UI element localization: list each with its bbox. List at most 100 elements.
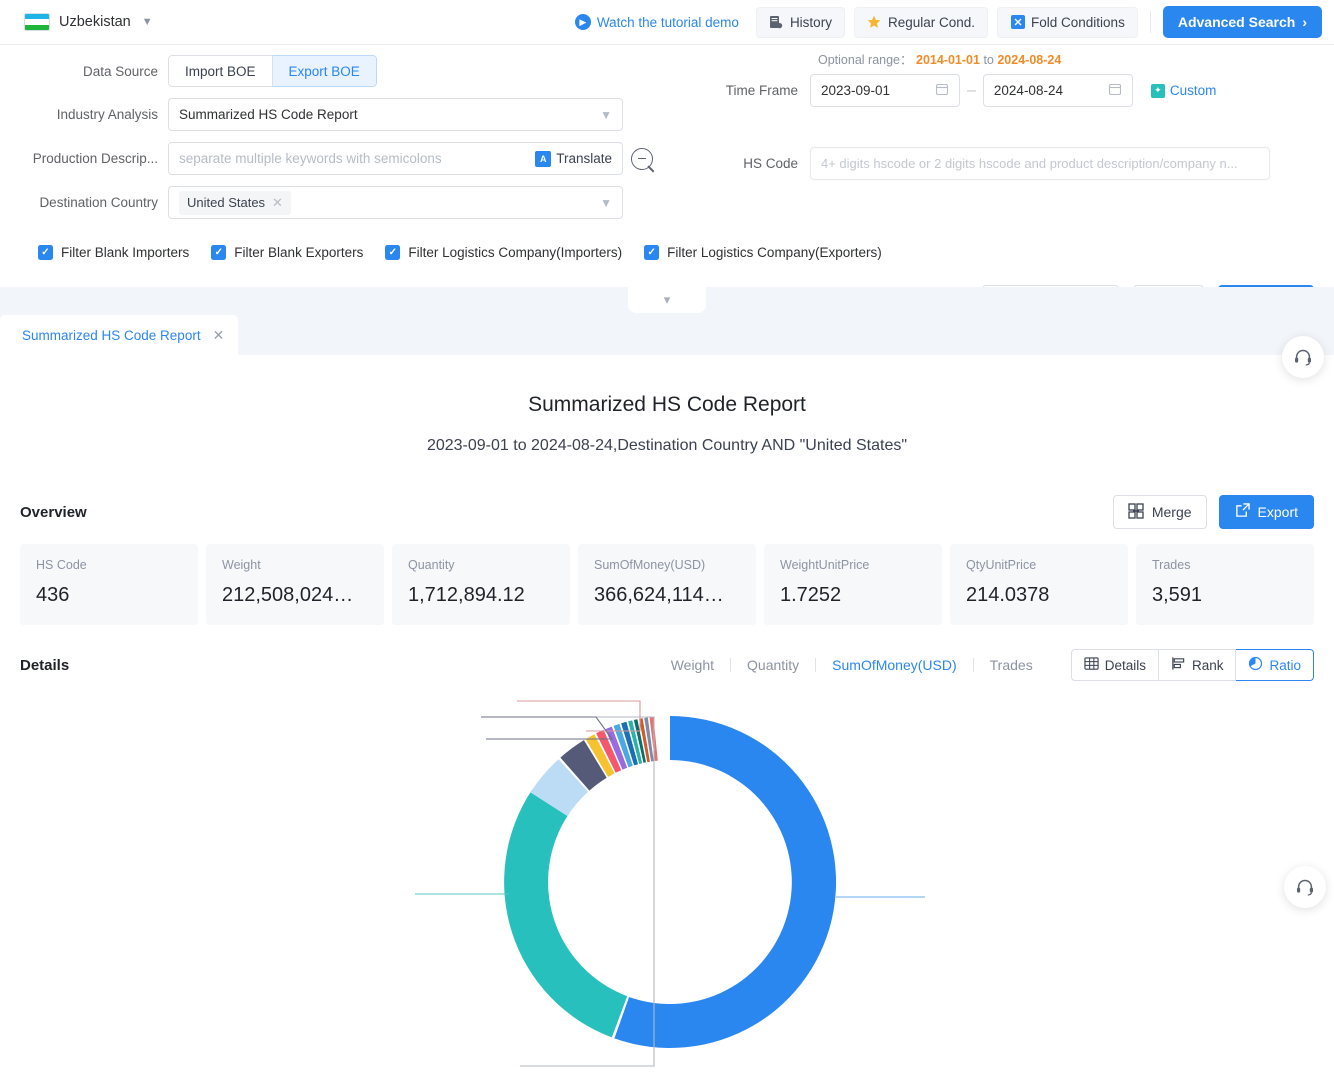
metric-tab-trades[interactable]: Trades bbox=[974, 657, 1049, 673]
stat-label: WeightUnitPrice bbox=[780, 558, 870, 572]
table-icon bbox=[1084, 656, 1099, 674]
production-description-placeholder: separate multiple keywords with semicolo… bbox=[179, 151, 442, 166]
watch-tutorial-demo-label: Watch the tutorial demo bbox=[596, 14, 739, 30]
donut-chart-svg bbox=[415, 700, 925, 1067]
date-start-value: 2023-09-01 bbox=[821, 83, 891, 98]
toolbar-divider bbox=[1149, 11, 1151, 33]
close-icon[interactable]: ✕ bbox=[213, 327, 225, 344]
tab-summarized-hs-code-report[interactable]: Summarized HS Code Report ✕ bbox=[0, 315, 239, 355]
page-subtitle: 2023-09-01 to 2024-08-24,Destination Cou… bbox=[426, 437, 908, 454]
optional-range-join: to bbox=[983, 53, 994, 67]
report-content: Summarized HS Code Report 2023-09-01 to … bbox=[0, 355, 1334, 1085]
export-icon bbox=[1235, 503, 1250, 521]
page-title: Summarized HS Code Report bbox=[528, 393, 806, 416]
merge-icon bbox=[1128, 502, 1144, 522]
metric-tab-weight[interactable]: Weight bbox=[655, 657, 730, 673]
calendar-icon bbox=[1108, 82, 1122, 99]
overview-title: Overview bbox=[20, 503, 87, 521]
stat-card-quantity: Quantity 1,712,894.12 bbox=[392, 544, 570, 625]
view-mode-group: Details Rank Ratio bbox=[1070, 649, 1314, 681]
view-mode-details[interactable]: Details bbox=[1070, 649, 1159, 681]
stat-card-weight-unit-price: WeightUnitPrice 1.7252 bbox=[764, 544, 942, 625]
metric-tab-group: Weight Quantity SumOfMoney(USD) Trades D… bbox=[655, 649, 1314, 681]
filter-blank-exporters-label: Filter Blank Exporters bbox=[234, 245, 364, 260]
time-frame-row: Time Frame 2023-09-01 – 2024-08-24 ✦ Cus… bbox=[700, 74, 1270, 107]
date-start-input[interactable]: 2023-09-01 bbox=[810, 74, 960, 107]
optional-range-prefix: Optional range： bbox=[818, 53, 913, 67]
collapse-panel-button[interactable]: ▾ bbox=[628, 287, 706, 313]
view-mode-rank[interactable]: Rank bbox=[1158, 649, 1237, 681]
details-section-header: Details Weight Quantity SumOfMoney(USD) … bbox=[0, 649, 1334, 681]
industry-analysis-select[interactable]: Summarized HS Code Report ▼ bbox=[168, 98, 623, 131]
translate-button[interactable]: A Translate bbox=[535, 150, 612, 167]
star-icon bbox=[867, 15, 882, 30]
advanced-search-label: Advanced Search bbox=[1177, 14, 1296, 30]
country-selector[interactable]: Uzbekistan ▼ bbox=[24, 13, 153, 31]
destination-country-tag[interactable]: United States ✕ bbox=[179, 190, 291, 215]
stat-label: Weight bbox=[222, 558, 261, 572]
merge-button[interactable]: Merge bbox=[1112, 495, 1207, 529]
filter-logistics-exporters-checkbox[interactable]: ✓ Filter Logistics Company(Exporters) bbox=[644, 245, 882, 260]
overview-section-header: Overview Merge Export bbox=[0, 495, 1334, 529]
custom-range-button[interactable]: ✦ Custom bbox=[1150, 83, 1216, 98]
leader-line-2712201000 bbox=[517, 700, 641, 732]
production-description-label: Production Descrip... bbox=[32, 151, 158, 166]
date-end-value: 2024-08-24 bbox=[993, 83, 1063, 98]
stat-value: 1.7252 bbox=[780, 584, 842, 606]
support-headset-button-top[interactable] bbox=[1282, 336, 1324, 378]
stat-value: 214.0378 bbox=[966, 584, 1050, 606]
view-mode-ratio[interactable]: Ratio bbox=[1236, 649, 1314, 681]
donut-slices bbox=[504, 716, 837, 1049]
time-frame-label: Time Frame bbox=[725, 83, 798, 98]
advanced-search-button[interactable]: Advanced Search › bbox=[1162, 6, 1322, 38]
data-source-segmented-control[interactable]: Import BOE Export BOE bbox=[168, 55, 377, 87]
optional-range-note: Optional range： 2014-01-01 to 2024-08-24 bbox=[700, 49, 1270, 68]
stat-label: Quantity bbox=[408, 558, 455, 572]
ratio-donut-chart: others， Percentage：3.33% 2712201000， Per… bbox=[0, 687, 1334, 1085]
destination-country-select[interactable]: United States ✕ ▼ bbox=[168, 186, 623, 219]
production-description-input[interactable]: separate multiple keywords with semicolo… bbox=[168, 142, 623, 175]
regular-cond-button[interactable]: Regular Cond. bbox=[853, 6, 989, 38]
rank-bar-icon bbox=[1171, 656, 1186, 674]
top-bar-actions: ▶ Watch the tutorial demo History Regula… bbox=[574, 6, 1322, 38]
stat-card-sum-of-money: SumOfMoney(USD) 366,624,114… bbox=[578, 544, 756, 625]
chevron-down-icon: ▾ bbox=[663, 292, 671, 307]
industry-analysis-value: Summarized HS Code Report bbox=[179, 107, 358, 122]
fold-conditions-button[interactable]: Fold Conditions bbox=[997, 6, 1138, 38]
zoom-out-icon[interactable] bbox=[631, 147, 653, 170]
tab-label: Summarized HS Code Report bbox=[22, 327, 201, 343]
calendar-icon bbox=[935, 82, 949, 99]
stat-card-trades: Trades 3,591 bbox=[1136, 544, 1314, 625]
destination-country-row: Destination Country United States ✕ ▼ bbox=[0, 186, 1334, 219]
history-button[interactable]: History bbox=[755, 6, 845, 38]
custom-icon: ✦ bbox=[1150, 83, 1165, 98]
metric-tab-quantity[interactable]: Quantity bbox=[731, 657, 815, 673]
hs-code-input[interactable]: 4+ digits hscode or 2 digits hscode and … bbox=[810, 147, 1270, 180]
checkbox-checked-icon: ✓ bbox=[644, 245, 660, 260]
import-boe-option[interactable]: Import BOE bbox=[168, 55, 273, 87]
checkbox-checked-icon: ✓ bbox=[38, 245, 53, 260]
support-headset-button-bottom[interactable] bbox=[1284, 866, 1326, 908]
uzbekistan-flag-icon bbox=[24, 13, 50, 31]
remove-tag-icon[interactable]: ✕ bbox=[272, 195, 283, 211]
checkbox-checked-icon: ✓ bbox=[211, 245, 227, 260]
date-end-input[interactable]: 2024-08-24 bbox=[982, 74, 1133, 107]
filter-logistics-importers-checkbox[interactable]: ✓ Filter Logistics Company(Importers) bbox=[385, 245, 622, 260]
slice-4907003000[interactable] bbox=[614, 716, 837, 1049]
metric-tab-sum-of-money[interactable]: SumOfMoney(USD) bbox=[816, 657, 972, 673]
filter-blank-exporters-checkbox[interactable]: ✓ Filter Blank Exporters bbox=[211, 245, 363, 260]
details-title: Details bbox=[20, 656, 70, 674]
watch-tutorial-demo-link[interactable]: ▶ Watch the tutorial demo bbox=[574, 14, 739, 30]
stat-card-qty-unit-price: QtyUnitPrice 214.0378 bbox=[950, 544, 1128, 625]
history-icon bbox=[769, 15, 784, 30]
optional-range-start: 2014-01-01 bbox=[916, 53, 980, 67]
video-icon: ▶ bbox=[574, 14, 591, 30]
industry-analysis-label: Industry Analysis bbox=[56, 107, 158, 122]
data-source-label: Data Source bbox=[82, 63, 158, 79]
export-button[interactable]: Export bbox=[1218, 495, 1314, 529]
stat-value: 1,712,894.12 bbox=[408, 584, 525, 606]
slice-2710193100[interactable] bbox=[504, 789, 628, 1038]
export-boe-option[interactable]: Export BOE bbox=[272, 55, 377, 87]
filter-blank-importers-checkbox[interactable]: ✓ Filter Blank Importers bbox=[38, 245, 189, 260]
filter-blank-importers-label: Filter Blank Importers bbox=[61, 245, 190, 260]
